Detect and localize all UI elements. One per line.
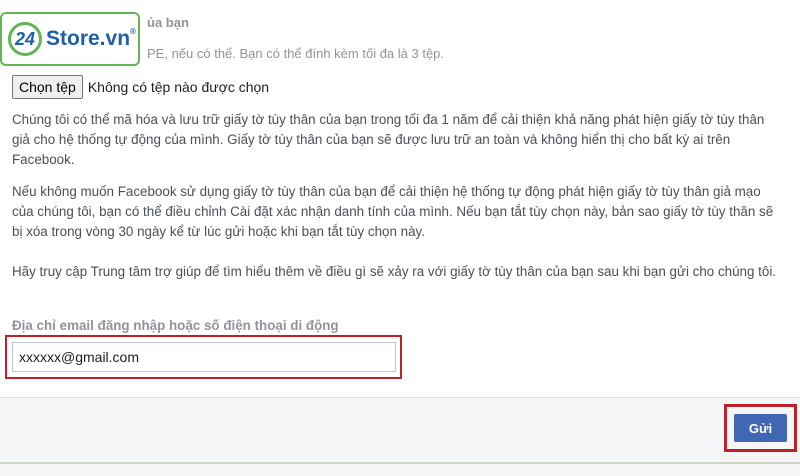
logo-badge: 24 — [8, 22, 42, 56]
section-heading: ủa bạn — [147, 15, 189, 30]
choose-file-button[interactable]: Chọn tệp — [12, 75, 83, 99]
form-footer — [0, 397, 800, 476]
file-picker: Chọn tệp Không có tệp nào được chọn — [12, 75, 269, 99]
identity-upload-form: 24 Store.vn® ủa bạn PE, nếu có thể. Bạn … — [0, 0, 800, 476]
upload-hint: PE, nếu có thể. Bạn có thể đính kèm tối … — [147, 46, 445, 61]
email-field[interactable] — [12, 342, 396, 372]
info-paragraph-storage: Chúng tôi có thể mã hóa và lưu trữ giấy … — [12, 112, 765, 167]
email-field-label: Địa chỉ email đăng nhập hoặc số điện tho… — [12, 318, 339, 333]
divider — [0, 462, 800, 464]
info-paragraph-help: Hãy truy cập Trung tâm trợ giúp để tìm h… — [12, 264, 777, 279]
logo-text: Store.vn® — [46, 27, 136, 50]
store-logo-watermark: 24 Store.vn® — [0, 12, 140, 66]
file-status: Không có tệp nào được chọn — [87, 79, 270, 95]
send-button[interactable]: Gửi — [734, 414, 787, 442]
info-paragraph-settings: Nếu không muốn Facebook sử dụng giấy tờ … — [12, 184, 774, 239]
